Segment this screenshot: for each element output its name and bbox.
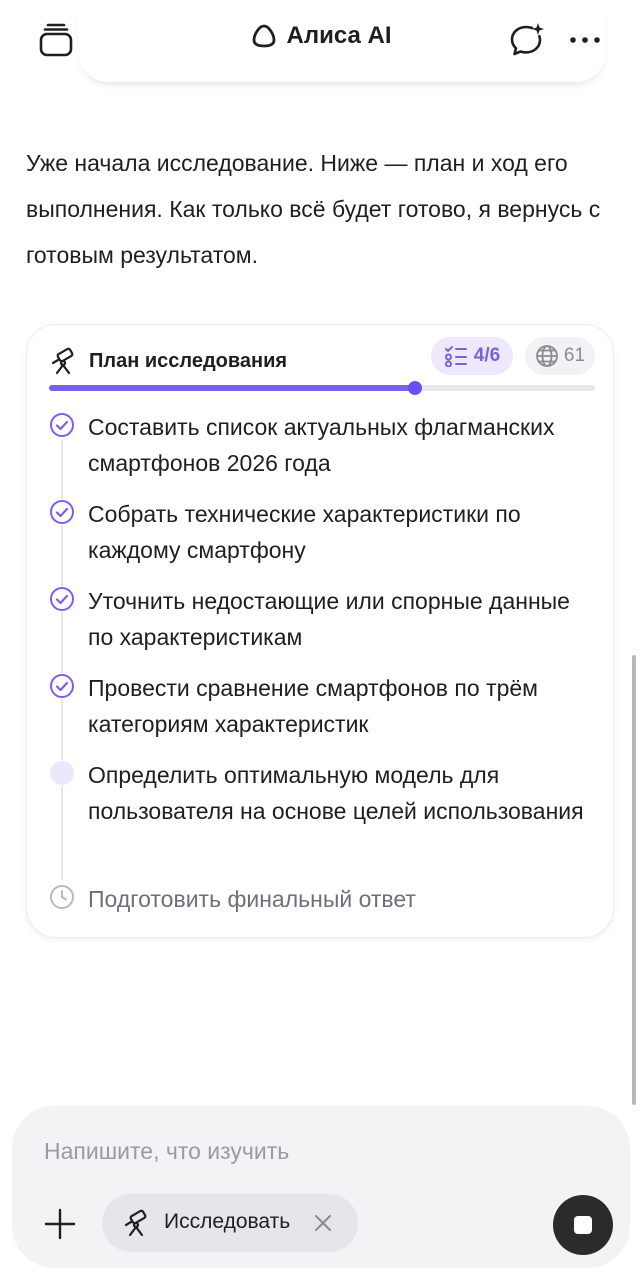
app-title-text: Алиса AI [286,22,392,49]
stop-generation-button[interactable] [553,1195,613,1255]
more-options-button[interactable] [562,18,608,62]
alice-ring-icon [252,24,275,48]
plan-title: План исследования [89,349,288,372]
step-text: Подготовить финальный ответ [88,886,416,912]
step-done-icon [49,499,75,525]
sources-count: 61 [563,345,586,366]
plus-icon [44,1208,76,1240]
research-plan-card: План исследования 4/6 61 Составить списо… [26,324,614,938]
step-done-icon [49,673,75,699]
step-text: Уточнить недостающие или спорные данные … [88,588,570,650]
step-in-progress-icon [49,760,75,786]
top-bar: Алиса AI [0,0,642,80]
step-text: Определить оптимальную модель для пользо… [88,762,584,824]
plan-progress-knob [407,381,422,395]
stop-icon [574,1216,592,1234]
add-attachment-button[interactable] [40,1204,80,1244]
step-text: Составить список актуальных флагманских … [88,414,555,476]
progress-count: 4/6 [473,345,501,366]
sources-badge[interactable]: 61 [525,337,595,375]
more-dots-icon [570,37,600,43]
assistant-message: Уже начала исследование. Ниже — план и х… [26,150,601,268]
close-icon [315,1215,331,1231]
step-done-icon [49,412,75,438]
plan-progress-bar [49,381,595,395]
new-chat-button[interactable] [504,18,550,62]
step-done-icon [49,586,75,612]
globe-icon [536,345,558,367]
checklist-icon [444,346,467,367]
plan-progress-fill [49,385,415,391]
composer: Исследовать [12,1106,630,1268]
progress-badge: 4/6 [431,337,513,375]
new-chat-sparkle-icon [510,23,544,56]
scrollbar[interactable] [632,655,636,1105]
remove-research-mode-button[interactable] [308,1208,338,1238]
telescope-icon [51,347,74,375]
step-text: Собрать технические характеристики по ка… [88,501,521,563]
research-input[interactable] [42,1130,586,1172]
clock-icon [49,884,75,910]
step-text: Провести сравнение смартфонов по трём ка… [88,675,538,737]
plan-header: План исследования [49,341,287,381]
research-mode-label: Исследовать [164,1210,291,1233]
telescope-icon [124,1209,147,1237]
research-mode-chip[interactable]: Исследовать [102,1194,358,1252]
